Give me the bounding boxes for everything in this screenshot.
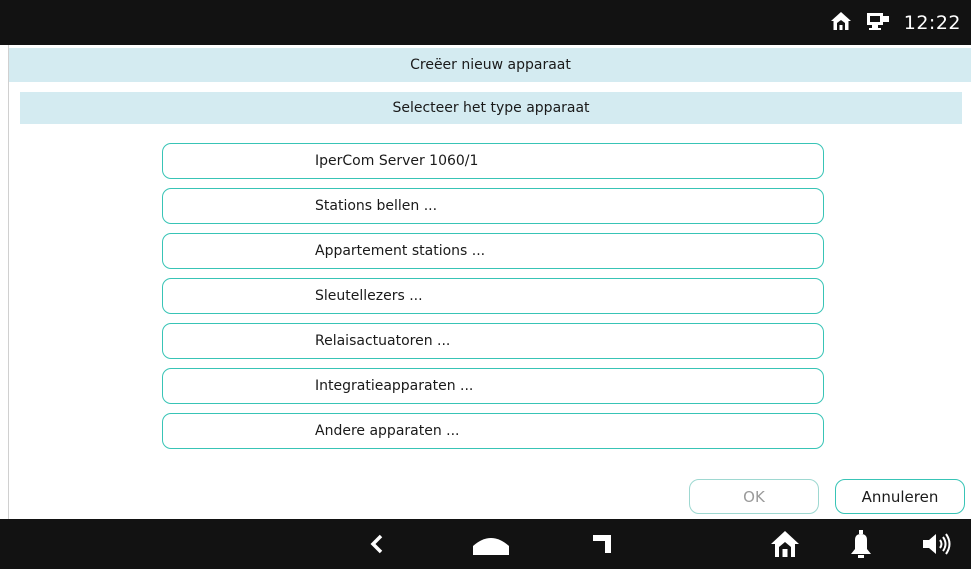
house-icon[interactable] (762, 519, 808, 569)
device-type-ipercom-server-button[interactable]: IperCom Server 1060/1 (162, 143, 824, 179)
home-icon[interactable] (466, 519, 516, 569)
ok-button[interactable]: OK (689, 479, 819, 514)
dialog-screen: Creëer nieuw apparaat Selecteer het type… (8, 45, 971, 519)
back-icon[interactable] (352, 519, 402, 569)
device-type-list: IperCom Server 1060/1 Stations bellen ..… (162, 143, 824, 458)
cancel-button[interactable]: Annuleren (835, 479, 965, 514)
device-type-integration-devices-button[interactable]: Integratieapparaten ... (162, 368, 824, 404)
device-type-apartment-stations-button[interactable]: Appartement stations ... (162, 233, 824, 269)
recent-apps-icon[interactable] (577, 519, 627, 569)
device-type-key-readers-button[interactable]: Sleutellezers ... (162, 278, 824, 314)
status-bar: 12:22 (0, 0, 971, 45)
status-icons: 12:22 (830, 0, 961, 45)
network-monitor-icon (866, 11, 890, 35)
device-type-relay-actuators-button[interactable]: Relaisactuatoren ... (162, 323, 824, 359)
dialog-title: Creëer nieuw apparaat (9, 48, 971, 82)
home-icon (830, 11, 852, 35)
dialog-subtitle: Selecteer het type apparaat (20, 92, 962, 124)
bell-icon[interactable] (838, 519, 884, 569)
device-type-call-stations-button[interactable]: Stations bellen ... (162, 188, 824, 224)
navigation-bar (0, 519, 971, 569)
device-type-other-devices-button[interactable]: Andere apparaten ... (162, 413, 824, 449)
speaker-icon[interactable] (915, 519, 961, 569)
clock: 12:22 (903, 11, 961, 34)
